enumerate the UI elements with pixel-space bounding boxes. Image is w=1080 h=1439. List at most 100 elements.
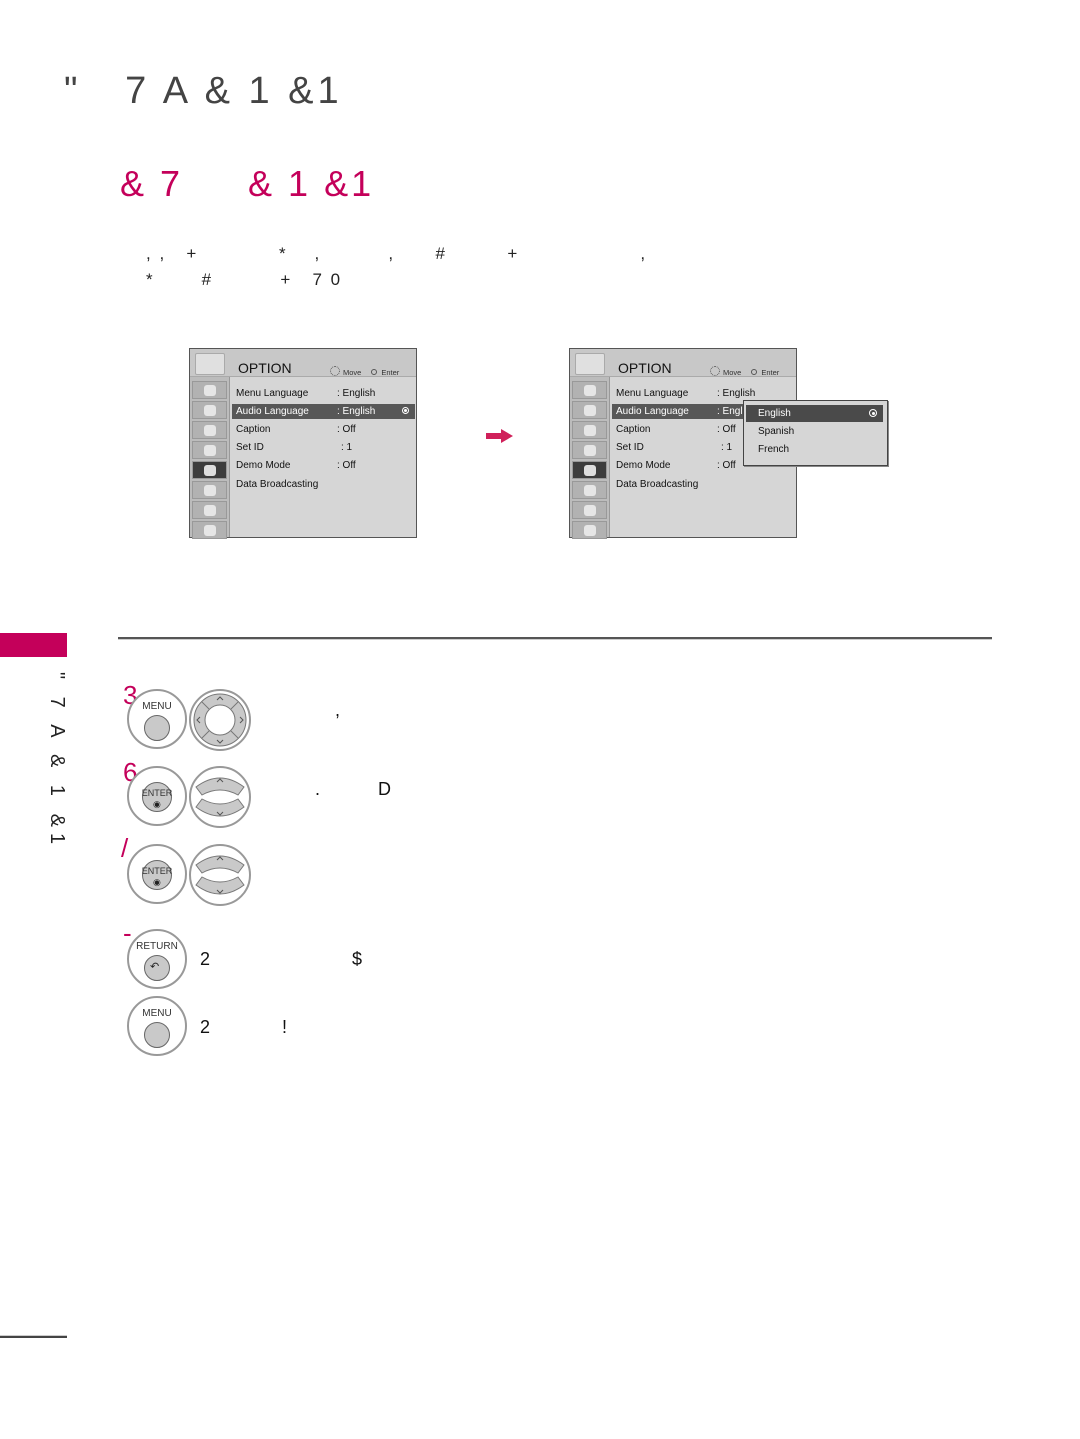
menu-header: OPTION Move Enter bbox=[190, 349, 416, 377]
item-value: : Engl bbox=[717, 406, 743, 417]
section-title: & 7 & 1 &1 bbox=[120, 163, 375, 204]
move-icon bbox=[330, 366, 340, 376]
lock-icon[interactable] bbox=[192, 481, 227, 499]
usb-icon[interactable] bbox=[192, 521, 227, 539]
button-label: MENU bbox=[142, 701, 172, 712]
step-1-text: , bbox=[265, 700, 343, 720]
step-number: / bbox=[121, 833, 129, 863]
item-label: Set ID bbox=[616, 442, 644, 453]
intro-text-line-2: * # + 7 0 bbox=[146, 270, 343, 289]
menu-item-menu-language[interactable]: Menu Language : English bbox=[232, 386, 415, 401]
item-label: Data Broadcasting bbox=[616, 479, 699, 490]
item-label: Data Broadcasting bbox=[236, 479, 319, 490]
menu-item-data-broadcasting[interactable]: Data Broadcasting bbox=[232, 477, 415, 492]
up-down-buttons-icon[interactable] bbox=[188, 843, 252, 907]
item-value: : 1 bbox=[341, 442, 353, 453]
input-icon[interactable] bbox=[192, 501, 227, 519]
item-value: : Off bbox=[337, 424, 356, 435]
menu-item-set-id[interactable]: Set ID : 1 bbox=[232, 440, 415, 455]
option-label: English bbox=[758, 408, 791, 419]
item-label: Menu Language bbox=[236, 388, 309, 399]
item-label: Set ID bbox=[236, 442, 264, 453]
item-label: Demo Mode bbox=[236, 460, 291, 471]
button-knob bbox=[144, 1022, 170, 1048]
menu-header: OPTION Move Enter bbox=[570, 349, 796, 377]
option-french[interactable]: French bbox=[746, 441, 883, 458]
time-icon[interactable] bbox=[572, 441, 607, 459]
menu-sidebar bbox=[190, 377, 230, 539]
intro-text-line-1: , , + * , , # + , bbox=[146, 244, 648, 263]
menu-item-menu-language[interactable]: Menu Language : English bbox=[612, 386, 795, 401]
move-icon bbox=[710, 366, 720, 376]
step-2-text: . D bbox=[315, 779, 394, 799]
picture-icon[interactable] bbox=[572, 381, 607, 399]
menu-sidebar bbox=[570, 377, 610, 539]
item-value: : English bbox=[337, 388, 376, 399]
audio-language-dropdown: English Spanish French bbox=[743, 400, 888, 466]
option-spanish[interactable]: Spanish bbox=[746, 423, 883, 440]
button-label: ENTER bbox=[141, 788, 173, 798]
item-value: : Off bbox=[717, 424, 736, 435]
option-english[interactable]: English bbox=[746, 405, 883, 422]
time-icon[interactable] bbox=[192, 441, 227, 459]
item-label: Caption bbox=[236, 424, 271, 435]
item-value: : Off bbox=[717, 460, 736, 471]
menu-item-caption[interactable]: Caption : Off bbox=[232, 422, 415, 437]
item-label: Menu Language bbox=[616, 388, 689, 399]
step-5-text: 2 ! bbox=[200, 1017, 290, 1037]
option-menu-before: OPTION Move Enter Menu Language: English … bbox=[189, 348, 417, 539]
item-label: Caption bbox=[616, 424, 651, 435]
option-label: French bbox=[758, 444, 790, 455]
option-icon[interactable] bbox=[572, 461, 607, 479]
button-knob bbox=[144, 715, 170, 741]
item-value: : English bbox=[717, 388, 756, 399]
screen-icon[interactable] bbox=[192, 401, 227, 419]
lock-icon[interactable] bbox=[572, 481, 607, 499]
menu-hint: Move Enter bbox=[710, 366, 779, 377]
button-label: RETURN bbox=[136, 941, 178, 952]
usb-icon[interactable] bbox=[572, 521, 607, 539]
chapter-title: " 7 A & 1 &1 bbox=[64, 70, 343, 112]
picture-icon[interactable] bbox=[192, 381, 227, 399]
page-footer-rule bbox=[0, 1335, 67, 1338]
audio-icon[interactable] bbox=[192, 421, 227, 439]
menu-button[interactable]: MENU bbox=[127, 689, 187, 749]
option-icon[interactable] bbox=[192, 461, 227, 479]
hint-enter: Enter bbox=[381, 368, 400, 377]
enter-icon bbox=[402, 407, 409, 414]
menu-title: OPTION bbox=[618, 360, 672, 376]
right-arrow-icon bbox=[486, 429, 513, 443]
menu-item-demo-mode[interactable]: Demo Mode : Off bbox=[232, 458, 415, 473]
option-menu-after: OPTION Move Enter Menu Language: English … bbox=[569, 348, 888, 539]
item-label: Audio Language bbox=[616, 406, 689, 417]
section-divider bbox=[118, 637, 992, 640]
option-menu-icon bbox=[575, 353, 605, 375]
menu-title: OPTION bbox=[238, 360, 292, 376]
item-value: : Off bbox=[337, 460, 356, 471]
chapter-tab bbox=[0, 633, 67, 657]
input-icon[interactable] bbox=[572, 501, 607, 519]
hint-move: Move bbox=[723, 368, 742, 377]
enter-dot-icon: ◉ bbox=[153, 799, 161, 809]
enter-button[interactable]: ENTER ◉ bbox=[127, 844, 187, 904]
hint-move: Move bbox=[343, 368, 362, 377]
enter-button[interactable]: ENTER ◉ bbox=[127, 766, 187, 826]
enter-icon bbox=[751, 369, 758, 375]
enter-icon bbox=[371, 369, 378, 375]
dpad-navigation-icon[interactable] bbox=[188, 688, 252, 752]
hint-enter: Enter bbox=[761, 368, 780, 377]
option-menu-icon bbox=[195, 353, 225, 375]
menu-item-data-broadcasting[interactable]: Data Broadcasting bbox=[612, 477, 795, 492]
screen-icon[interactable] bbox=[572, 401, 607, 419]
menu-item-audio-language[interactable]: Audio Language : Engl bbox=[612, 404, 744, 419]
option-label: Spanish bbox=[758, 426, 795, 437]
menu-button[interactable]: MENU bbox=[127, 996, 187, 1056]
audio-icon[interactable] bbox=[572, 421, 607, 439]
item-label: Audio Language bbox=[236, 406, 309, 417]
menu-item-audio-language[interactable]: Audio Language : English bbox=[232, 404, 415, 419]
item-value: : English bbox=[337, 406, 376, 417]
return-button[interactable]: RETURN ↶ bbox=[127, 929, 187, 989]
item-label: Demo Mode bbox=[616, 460, 671, 471]
button-label: ENTER bbox=[141, 866, 173, 876]
up-down-buttons-icon[interactable] bbox=[188, 765, 252, 829]
